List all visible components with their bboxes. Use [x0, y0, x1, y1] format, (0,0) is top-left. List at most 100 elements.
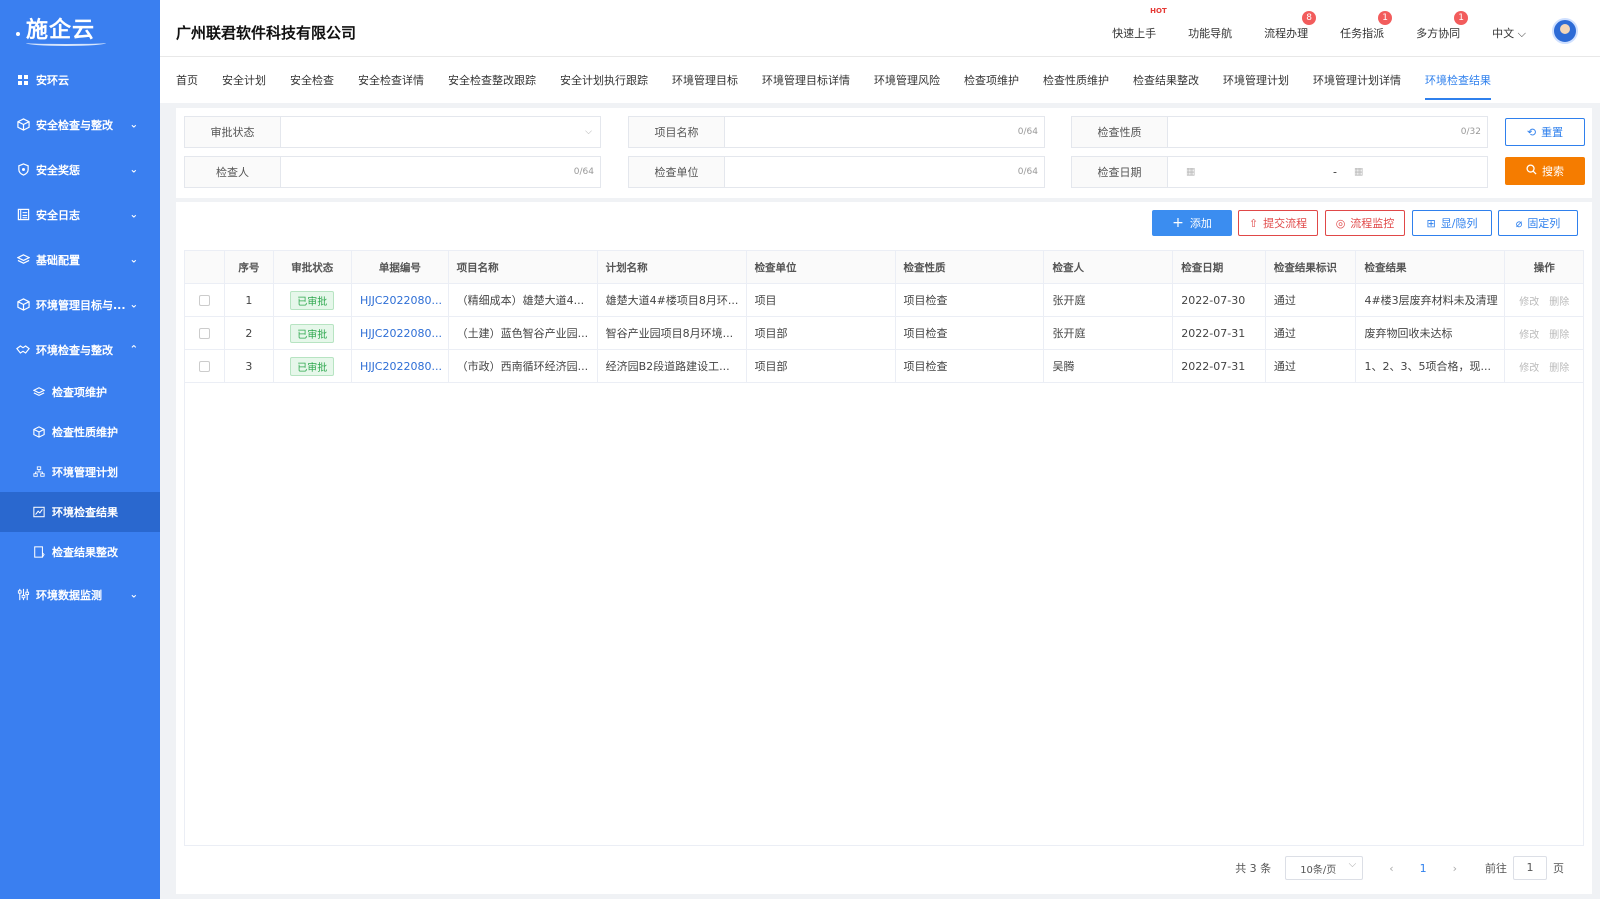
column-header: 检查结果标识: [1264, 250, 1357, 284]
select-all-cell[interactable]: [183, 250, 226, 284]
language-select[interactable]: 中文 ⌵: [1492, 17, 1526, 41]
check-unit-input[interactable]: 0/64: [725, 157, 1044, 187]
tab-env-risk[interactable]: 环境管理风险: [874, 57, 940, 103]
check-date-range[interactable]: ▦ - ▦: [1168, 157, 1487, 187]
tab-safety-plan-track[interactable]: 安全计划执行跟踪: [560, 57, 648, 103]
goto-page-input[interactable]: 1: [1513, 856, 1547, 880]
tab-safety-check-detail[interactable]: 安全检查详情: [358, 57, 424, 103]
table-row[interactable]: 1 已审批 HJJC2022080... （精细成本）雄楚大道4... 雄楚大道…: [183, 283, 1584, 317]
row-checkbox[interactable]: [199, 361, 211, 372]
nav-process[interactable]: 流程办理 8: [1264, 10, 1317, 41]
document-code-link[interactable]: HJJC2022080...: [351, 283, 449, 317]
fixed-columns-button[interactable]: ⌀ 固定列: [1498, 210, 1578, 236]
tab-env-goal-detail[interactable]: 环境管理目标详情: [762, 57, 850, 103]
next-page-icon[interactable]: ›: [1453, 862, 1457, 875]
sidebar-item-basic-config[interactable]: 基础配置 ⌄: [0, 237, 160, 282]
total-count: 共 3 条: [1235, 862, 1272, 875]
tab-safety-plan[interactable]: 安全计划: [222, 57, 266, 103]
sidebar-subitem-result-rectify[interactable]: 检查结果整改: [0, 532, 160, 572]
sidebar-subitem-env-plan[interactable]: 环境管理计划: [0, 452, 160, 492]
nav-quick-start[interactable]: HOT 快速上手: [1112, 7, 1167, 41]
search-button[interactable]: 搜索: [1505, 157, 1585, 185]
actions-cell: 修改 删除: [1504, 316, 1584, 350]
check-date-field: 检查日期 ▦ - ▦: [1071, 156, 1488, 188]
sidebar-item-safety-check[interactable]: 安全检查与整改 ⌄: [0, 102, 160, 147]
nav-label: 快速上手: [1112, 26, 1157, 40]
row-checkbox-cell[interactable]: [183, 349, 226, 383]
column-header: 检查结果: [1355, 250, 1506, 284]
sidebar-subitem-check-item[interactable]: 检查项维护: [0, 372, 160, 412]
column-header: 审批状态: [272, 250, 353, 284]
edit-button[interactable]: 修改: [1519, 363, 1539, 374]
company-name: 广州联君软件科技有限公司: [176, 24, 357, 42]
goto-label: 前往: [1485, 862, 1507, 875]
table-row[interactable]: 2 已审批 HJJC2022080... （土建）蓝色智谷产业园... 智谷产业…: [183, 316, 1584, 350]
page-number[interactable]: 1: [1420, 862, 1427, 875]
document-code-link[interactable]: HJJC2022080...: [351, 316, 449, 350]
tab-safety-rectify-track[interactable]: 安全检查整改跟踪: [448, 57, 536, 103]
sidebar-item-env-check[interactable]: 环境检查与整改 ⌃: [0, 327, 160, 372]
upload-icon: ⇧: [1248, 216, 1259, 230]
date-separator: -: [1333, 165, 1337, 179]
tab-check-nature[interactable]: 检查性质维护: [1043, 57, 1109, 103]
delete-button[interactable]: 删除: [1549, 330, 1569, 341]
sidebar-item-env-goal[interactable]: 环境管理目标与... ⌄: [0, 282, 160, 327]
prev-page-icon[interactable]: ‹: [1389, 862, 1393, 875]
approval-status-field: 审批状态 ⌵: [184, 116, 601, 148]
tab-env-plan-detail[interactable]: 环境管理计划详情: [1313, 57, 1401, 103]
submit-process-button[interactable]: ⇧ 提交流程: [1238, 210, 1318, 236]
column-header: 计划名称: [596, 250, 747, 284]
count-badge: 1: [1378, 10, 1393, 25]
tab-check-item[interactable]: 检查项维护: [964, 57, 1019, 103]
nav-task-assign[interactable]: 任务指派 1: [1340, 10, 1393, 41]
button-label: 显/隐列: [1440, 217, 1478, 230]
sidebar-subitem-env-result[interactable]: 环境检查结果: [0, 492, 160, 532]
toggle-columns-button[interactable]: ⊞ 显/隐列: [1412, 210, 1492, 236]
inspector-cell: 张开庭: [1043, 316, 1174, 350]
tab-env-plan[interactable]: 环境管理计划: [1223, 57, 1289, 103]
sidebar-item-label: 安全奖惩: [36, 163, 80, 177]
delete-button[interactable]: 删除: [1549, 297, 1569, 308]
row-number: 1: [224, 283, 274, 317]
nav-label: 任务指派: [1340, 26, 1385, 40]
nav-feature-guide[interactable]: 功能导航: [1188, 17, 1232, 41]
sidebar-item-safety-reward[interactable]: 安全奖惩 ⌄: [0, 147, 160, 192]
row-checkbox-cell[interactable]: [183, 283, 226, 317]
reset-button[interactable]: ⟲ 重置: [1505, 118, 1585, 146]
avatar[interactable]: [1552, 17, 1578, 44]
delete-button[interactable]: 删除: [1549, 363, 1569, 374]
row-checkbox[interactable]: [199, 328, 211, 339]
sidebar-subitem-check-nature[interactable]: 检查性质维护: [0, 412, 160, 452]
sidebar-item-safety-log[interactable]: 安全日志 ⌄: [0, 192, 160, 237]
results-table: 序号 审批状态 单据编号 项目名称 计划名称 检查单位 检查性质 检查人 检查日…: [183, 250, 1584, 383]
nav-collab[interactable]: 多方协同 1: [1416, 10, 1469, 41]
field-label: 检查人: [185, 157, 281, 187]
add-button[interactable]: + 添加: [1152, 210, 1232, 236]
row-number: 3: [224, 349, 274, 383]
tab-result-rectify[interactable]: 检查结果整改: [1133, 57, 1199, 103]
edit-button[interactable]: 修改: [1519, 330, 1539, 341]
project-name-input[interactable]: 0/64: [725, 117, 1044, 147]
document-code-link[interactable]: HJJC2022080...: [351, 349, 449, 383]
cube-icon: [32, 425, 46, 439]
inspector-input[interactable]: 0/64: [281, 157, 600, 187]
sidebar-item-env-monitor[interactable]: 环境数据监测 ⌄: [0, 572, 160, 617]
process-monitor-button[interactable]: ◎ 流程监控: [1325, 210, 1405, 236]
sidebar-item-label: 安全检查与整改: [36, 118, 113, 132]
approval-status-select[interactable]: ⌵: [281, 117, 600, 147]
sidebar-item-label: 安环云: [36, 74, 69, 87]
tab-env-result[interactable]: 环境检查结果: [1425, 57, 1491, 103]
table-row[interactable]: 3 已审批 HJJC2022080... （市政）西南循环经济园... 经济园B…: [183, 349, 1584, 383]
check-nature-input[interactable]: 0/32: [1168, 117, 1487, 147]
button-label: 添加: [1189, 217, 1212, 230]
page-size-select[interactable]: 10条/页: [1285, 856, 1364, 880]
tab-home[interactable]: 首页: [176, 57, 198, 103]
result-flag-cell: 通过: [1264, 283, 1357, 317]
edit-button[interactable]: 修改: [1519, 297, 1539, 308]
tab-env-goal[interactable]: 环境管理目标: [672, 57, 738, 103]
sidebar-item-anhuanyun[interactable]: 安环云: [0, 58, 160, 102]
row-checkbox-cell[interactable]: [183, 316, 226, 350]
header-nav: HOT 快速上手 功能导航 流程办理 8 任务指派 1 多方协同 1 中文 ⌵: [1112, 0, 1600, 57]
tab-safety-check[interactable]: 安全检查: [290, 57, 334, 103]
row-checkbox[interactable]: [199, 295, 211, 306]
